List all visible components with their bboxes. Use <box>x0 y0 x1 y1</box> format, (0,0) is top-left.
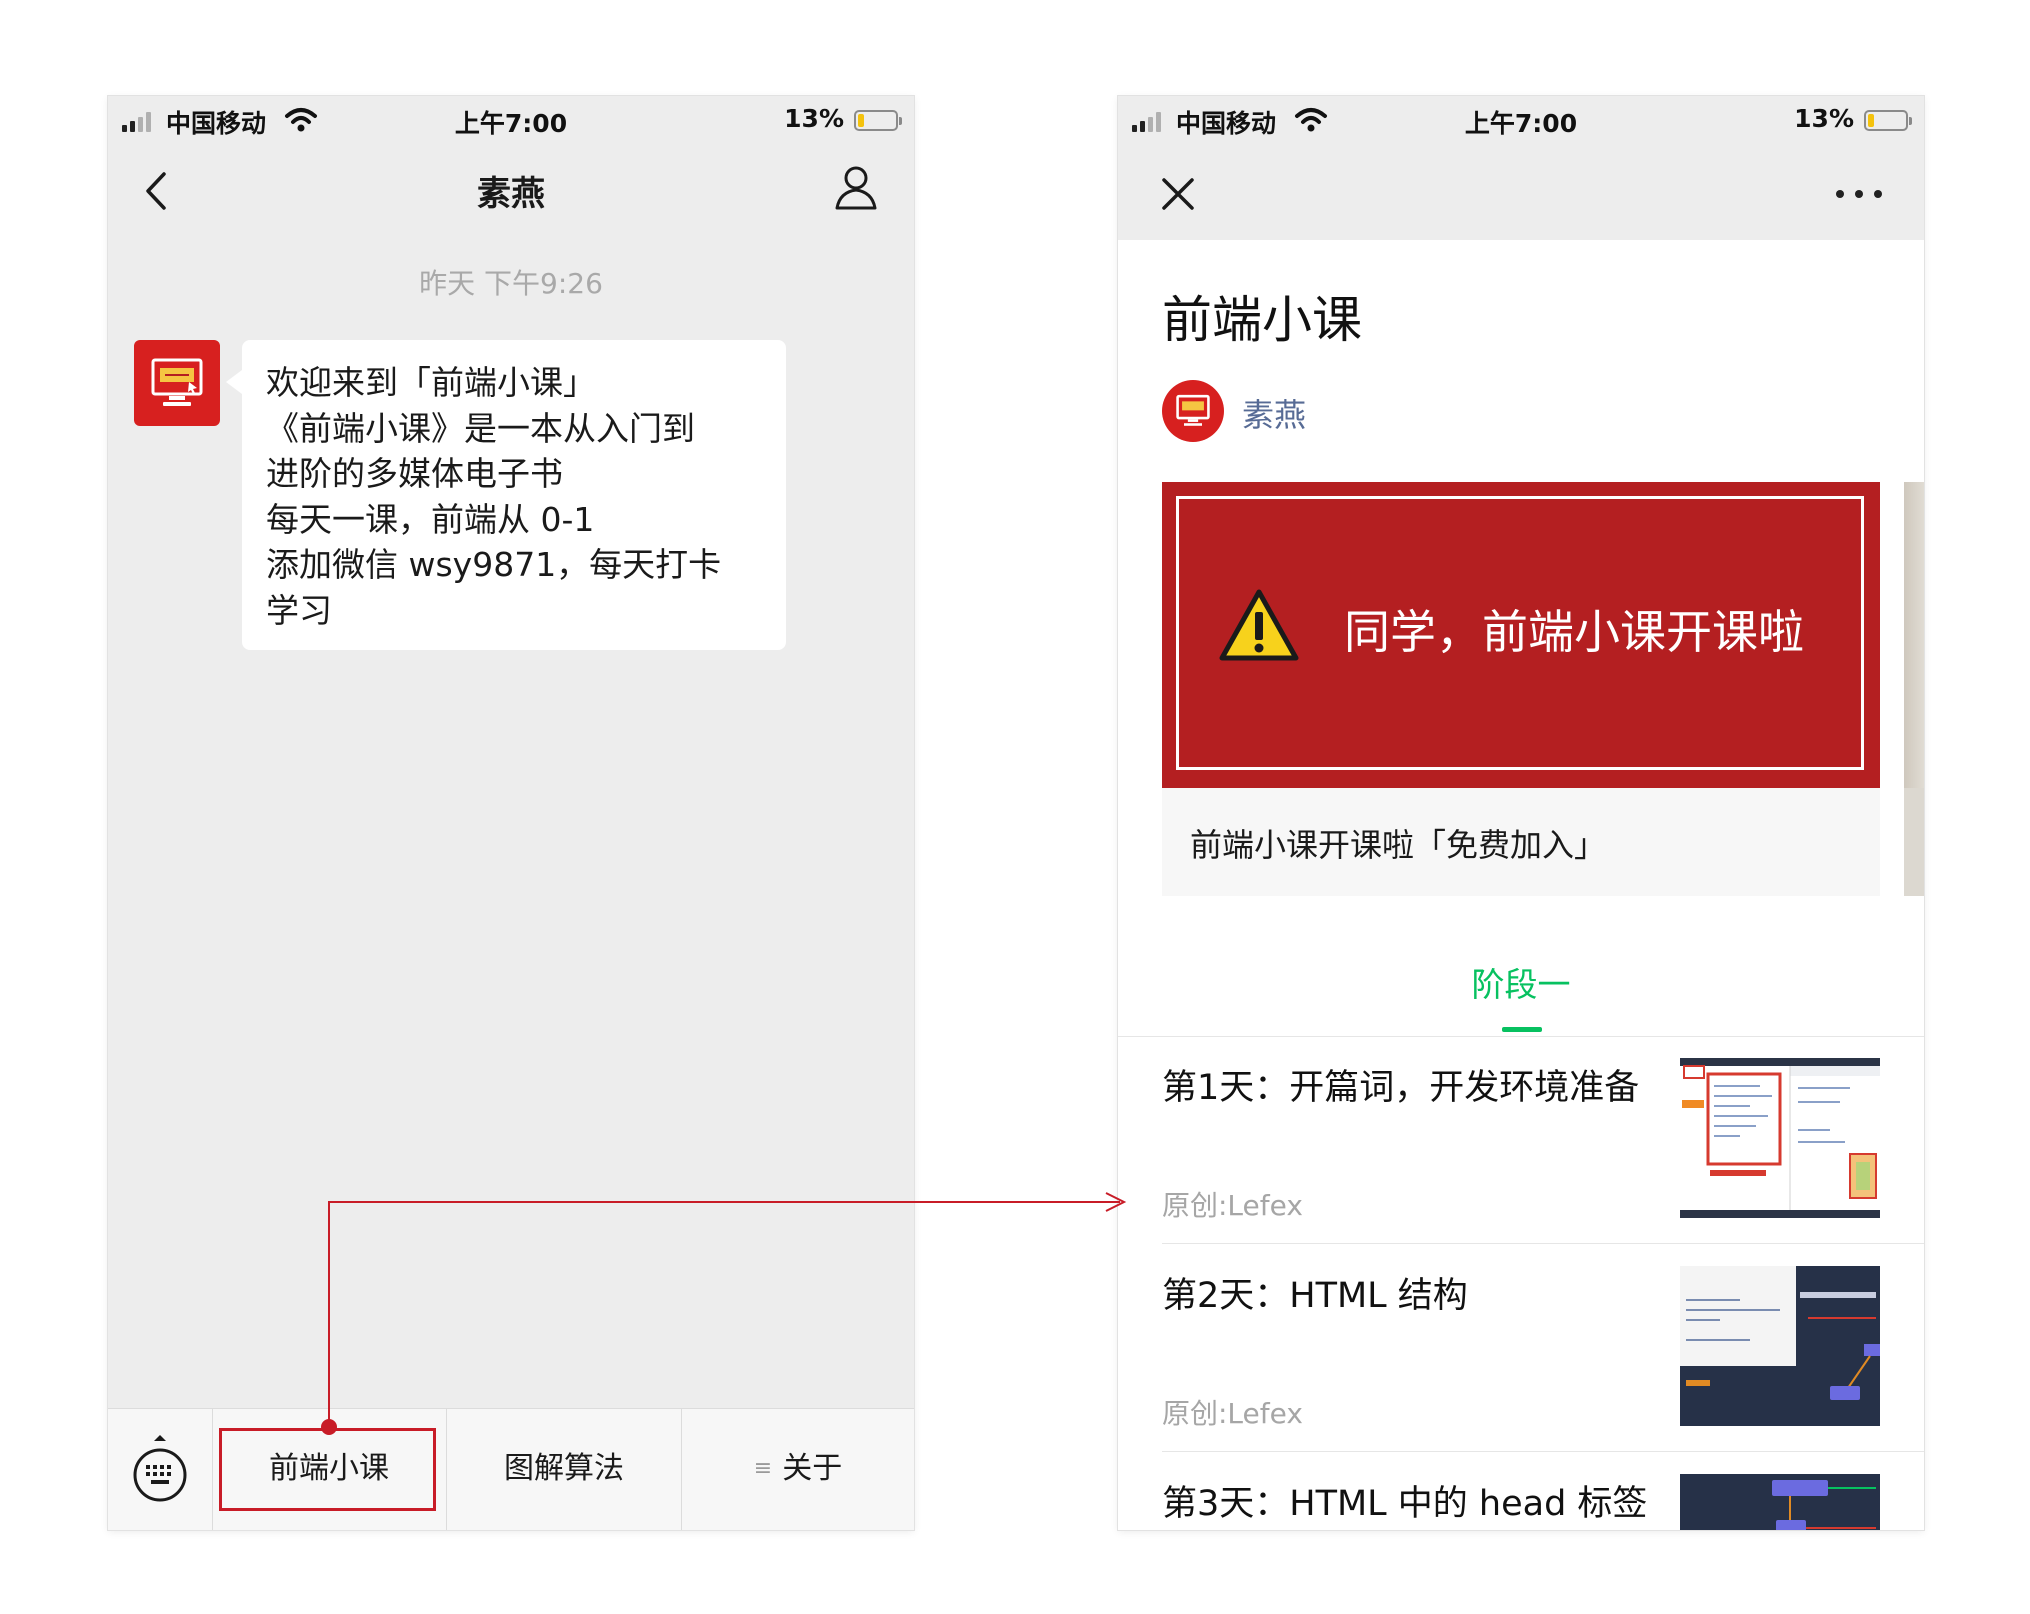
battery-percent: 13% <box>784 104 844 133</box>
banner-text: 同学，前端小课开课啦 <box>1344 605 1804 659</box>
message-line: 添加微信 wsy9871，每天打卡 <box>266 545 722 584</box>
tab-active-indicator <box>1502 1027 1542 1032</box>
battery-percent: 13% <box>1794 104 1854 133</box>
profile-icon[interactable] <box>832 162 880 214</box>
more-options-icon[interactable] <box>1834 176 1884 212</box>
menu-item-about-label: 关于 <box>782 1451 843 1486</box>
menu-item-algorithms[interactable]: 图解算法 <box>447 1409 682 1530</box>
article-title: 第1天：开篇词，开发环境准备 <box>1162 1068 1640 1108</box>
article-item[interactable]: 第2天：HTML 结构 原创:Lefex <box>1162 1244 1924 1452</box>
message-line: 每天一课，前端从 0-1 <box>266 499 595 539</box>
battery-icon <box>1864 110 1912 131</box>
article-item[interactable]: 第3天：HTML 中的 head 标签 <box>1162 1452 1880 1530</box>
message-line: 进阶的多媒体电子书 <box>266 454 563 493</box>
computer-logo-icon <box>151 358 203 406</box>
next-card-peek[interactable] <box>1904 482 1924 896</box>
card-caption: 前端小课开课啦「免费加入」 <box>1190 826 1607 864</box>
article-title: 第3天：HTML 中的 head 标签 <box>1162 1484 1648 1524</box>
article-title: 第2天：HTML 结构 <box>1162 1276 1468 1316</box>
dom-tree-diagram-image <box>1680 1474 1880 1530</box>
menu-list-icon: ≡ <box>753 1456 773 1481</box>
author-name-link[interactable]: 素燕 <box>1242 390 1306 436</box>
status-bar: 中国移动 上午7:00 13% <box>108 96 914 144</box>
article-source: 原创:Lefex <box>1162 1397 1303 1430</box>
devtools-screenshot-image <box>1680 1058 1880 1218</box>
article-thumbnail <box>1680 1266 1880 1426</box>
keyboard-icon <box>133 1435 187 1502</box>
album-nav-bar <box>1118 144 1924 240</box>
html-parser-diagram-image <box>1680 1266 1880 1426</box>
message-line: 学习 <box>266 590 332 630</box>
chat-screen: 中国移动 上午7:00 13% 素燕 昨天 下午9:26 欢迎来到「前端小课」 … <box>108 96 914 1530</box>
article-thumbnail <box>1680 1474 1880 1530</box>
chat-nav-bar: 素燕 <box>108 144 914 240</box>
album-title: 前端小课 <box>1162 291 1362 349</box>
computer-logo-icon <box>1176 394 1210 426</box>
status-bar: 中国移动 上午7:00 13% <box>1118 96 1924 144</box>
album-cover-card[interactable]: 同学，前端小课开课啦 前端小课开课啦「免费加入」 <box>1162 482 1880 896</box>
chat-title: 素燕 <box>477 174 545 214</box>
article-thumbnail <box>1680 1058 1880 1218</box>
warning-icon <box>1219 589 1299 661</box>
cover-banner: 同学，前端小课开课啦 <box>1162 482 1880 788</box>
article-item[interactable]: 第1天：开篇词，开发环境准备 原创:Lefex <box>1162 1036 1924 1244</box>
author-avatar[interactable] <box>1162 380 1224 442</box>
message-line: 《前端小课》是一本从入门到 <box>266 408 695 448</box>
article-source: 原创:Lefex <box>1162 1189 1303 1222</box>
close-icon[interactable] <box>1158 174 1198 214</box>
menu-item-about[interactable]: ≡ 关于 <box>682 1409 914 1530</box>
keyboard-toggle-button[interactable] <box>108 1409 213 1530</box>
menu-highlight-box <box>219 1428 436 1511</box>
sender-avatar[interactable] <box>134 340 220 426</box>
message-line: 欢迎来到「前端小课」 <box>266 363 596 402</box>
message-bubble[interactable]: 欢迎来到「前端小课」 《前端小课》是一本从入门到 进阶的多媒体电子书 每天一课，… <box>226 340 786 650</box>
tab-stage-one[interactable]: 阶段一 <box>1118 958 1924 1006</box>
message-timestamp: 昨天 下午9:26 <box>419 267 603 300</box>
battery-icon <box>854 110 902 131</box>
album-screen: 中国移动 上午7:00 13% 前端小课 素燕 同学，前端小课开课啦 前端小课开… <box>1118 96 1924 1530</box>
